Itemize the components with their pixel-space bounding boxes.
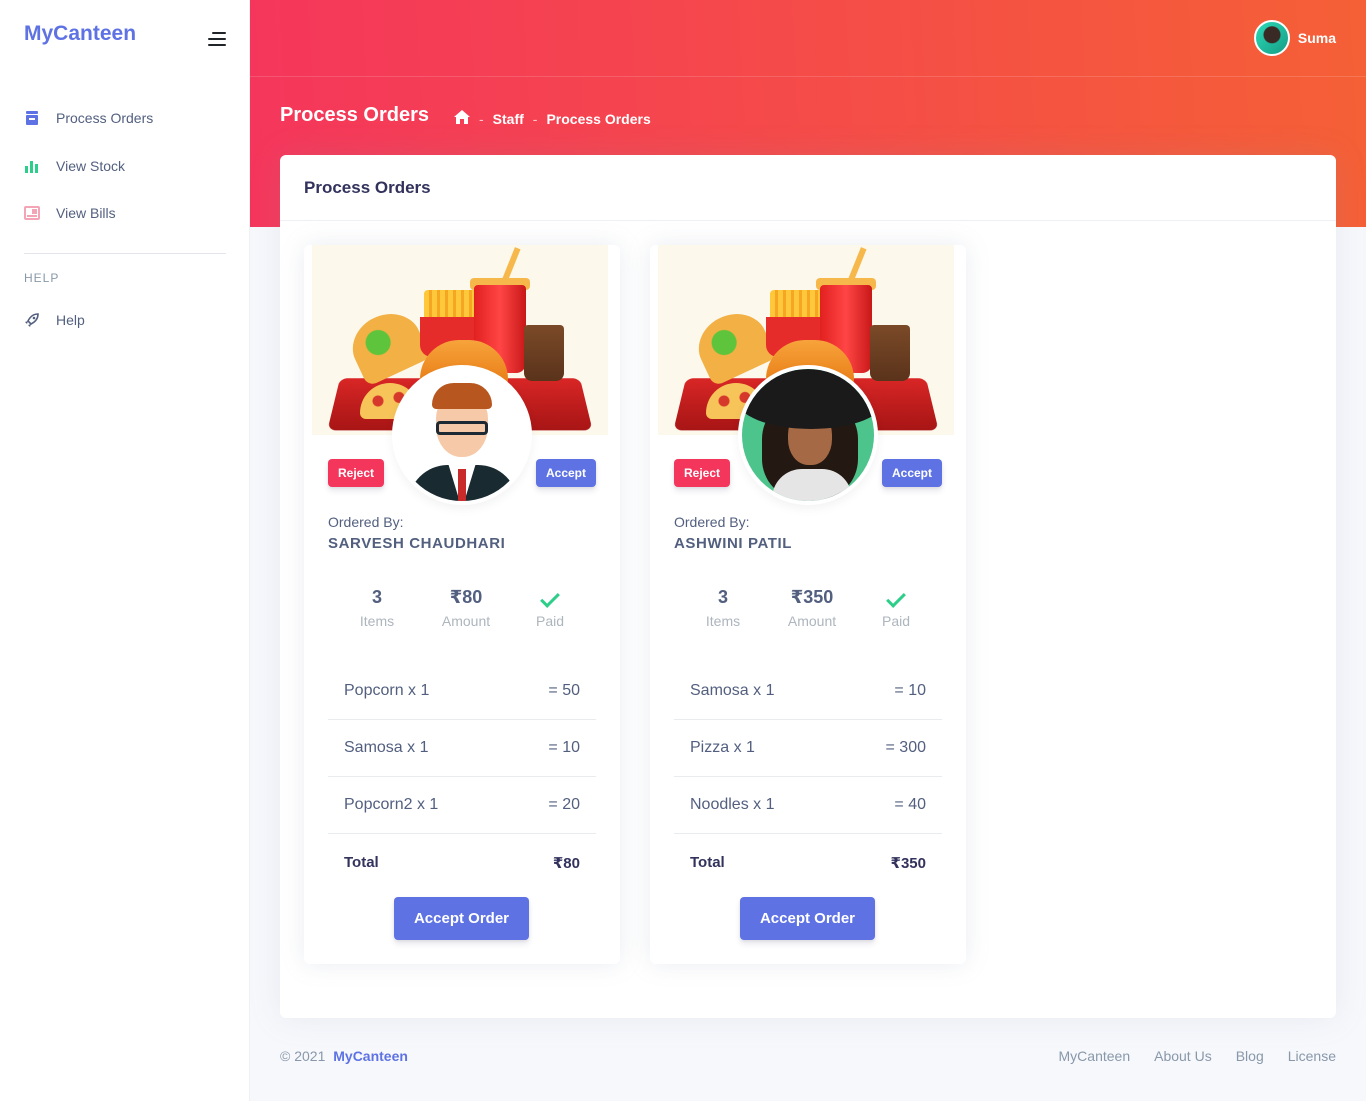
total-row: Total ₹350	[674, 834, 942, 891]
breadcrumb-item-current: Process Orders	[546, 110, 651, 127]
bar-chart-icon	[24, 158, 40, 174]
header-divider	[250, 76, 1366, 77]
list-item: Samosa x 1 = 10	[674, 663, 942, 720]
brand-logo[interactable]: MyCanteen	[24, 22, 136, 46]
accept-order-button[interactable]: Accept Order	[740, 897, 875, 940]
items-count: 3	[717, 587, 728, 607]
sidebar-item-view-stock[interactable]: View Stock	[24, 158, 125, 174]
footer-brand-link[interactable]: MyCanteen	[333, 1048, 408, 1064]
avatar	[1253, 20, 1290, 56]
sidebar-item-label: View Stock	[56, 158, 125, 174]
paid-label: Paid	[535, 613, 565, 629]
paid-label: Paid	[881, 613, 911, 629]
order-card: Reject Accept Ordered By: ASHWINI PATIL …	[650, 245, 966, 964]
order-items-list: Samosa x 1 = 10 Pizza x 1 = 300 Noodles …	[674, 663, 942, 891]
total-value: ₹80	[552, 854, 580, 872]
sidebar: MyCanteen Process Orders View Stock View…	[0, 0, 250, 1101]
list-item: Pizza x 1 = 300	[674, 720, 942, 777]
item-price: = 300	[885, 739, 926, 756]
accept-button[interactable]: Accept	[881, 459, 942, 487]
accept-button[interactable]: Accept	[535, 459, 596, 487]
breadcrumb: - Staff - Process Orders	[454, 110, 651, 127]
paid-stat: Paid	[876, 585, 916, 629]
footer-link-blog[interactable]: Blog	[1236, 1048, 1264, 1064]
list-item: Samosa x 1 = 10	[328, 720, 596, 777]
items-count: 3	[371, 587, 382, 607]
list-item: Noodles x 1 = 40	[674, 777, 942, 834]
accept-order-button[interactable]: Accept Order	[394, 897, 529, 940]
item-name: Popcorn2 x 1	[344, 796, 439, 813]
breadcrumb-item-staff[interactable]: Staff	[493, 111, 524, 127]
sidebar-item-label: Process Orders	[56, 110, 154, 126]
list-item: Popcorn2 x 1 = 20	[328, 777, 596, 834]
items-label: Items	[359, 613, 395, 629]
item-name: Samosa x 1	[344, 739, 429, 756]
customer-name: ASHWINI PATIL	[674, 535, 793, 552]
footer-link-license[interactable]: License	[1288, 1048, 1336, 1064]
amount-stat: ₹80 Amount	[436, 585, 496, 629]
help-heading: HELP	[24, 271, 60, 285]
footer-link-about[interactable]: About Us	[1154, 1048, 1212, 1064]
total-label: Total	[690, 854, 725, 871]
customer-avatar	[392, 365, 532, 505]
amount-value: ₹80	[449, 587, 483, 607]
item-price: = 50	[548, 682, 580, 699]
sidebar-item-label: View Bills	[56, 205, 116, 221]
list-item: Popcorn x 1 = 50	[328, 663, 596, 720]
ordered-by-label: Ordered By:	[674, 514, 750, 530]
sidebar-divider	[24, 253, 226, 254]
breadcrumb-separator: -	[479, 110, 484, 127]
reject-button[interactable]: Reject	[328, 459, 385, 487]
bill-icon	[24, 205, 40, 221]
user-menu[interactable]: Suma	[1253, 20, 1336, 56]
amount-value: ₹350	[790, 587, 834, 607]
check-icon	[540, 588, 560, 608]
item-price: = 20	[548, 796, 580, 813]
breadcrumb-separator: -	[532, 110, 538, 127]
item-name: Noodles x 1	[690, 796, 775, 813]
items-stat: 3 Items	[352, 585, 402, 629]
items-stat: 3 Items	[698, 585, 748, 629]
page-title: Process Orders	[280, 104, 429, 126]
check-icon	[886, 588, 906, 608]
amount-label: Amount	[787, 613, 837, 629]
reject-button[interactable]: Reject	[674, 459, 731, 487]
item-name: Popcorn x 1	[344, 682, 430, 699]
rocket-icon	[24, 312, 40, 328]
box-icon	[24, 110, 40, 126]
item-price: = 10	[894, 682, 926, 699]
sidebar-toggle-icon[interactable]	[206, 32, 226, 46]
amount-label: Amount	[441, 613, 491, 629]
customer-name: SARVESH CHAUDHARI	[328, 535, 506, 552]
footer-link-mycanteen[interactable]: MyCanteen	[1059, 1048, 1131, 1064]
order-card: Reject Accept Ordered By: SARVESH CHAUDH…	[304, 245, 620, 964]
customer-avatar	[738, 365, 878, 505]
copyright-text: © 2021	[280, 1048, 326, 1064]
ordered-by-label: Ordered By:	[328, 514, 404, 530]
order-items-list: Popcorn x 1 = 50 Samosa x 1 = 10 Popcorn…	[328, 663, 596, 891]
sidebar-item-help[interactable]: Help	[24, 312, 85, 328]
item-name: Pizza x 1	[690, 739, 755, 756]
home-icon[interactable]	[454, 110, 470, 127]
footer-nav: MyCanteen About Us Blog License	[1059, 1048, 1336, 1064]
items-label: Items	[705, 613, 741, 629]
amount-stat: ₹350 Amount	[780, 585, 844, 629]
item-price: = 40	[894, 796, 926, 813]
card-title: Process Orders	[280, 155, 1336, 221]
sidebar-item-process-orders[interactable]: Process Orders	[24, 110, 153, 126]
user-name: Suma	[1297, 30, 1336, 46]
total-row: Total ₹80	[328, 834, 596, 891]
sidebar-item-view-bills[interactable]: View Bills	[24, 205, 116, 221]
total-value: ₹350	[890, 854, 926, 872]
total-label: Total	[344, 854, 379, 871]
item-name: Samosa x 1	[690, 682, 775, 699]
footer-copyright: © 2021 MyCanteen	[280, 1048, 408, 1064]
item-price: = 10	[548, 739, 580, 756]
sidebar-item-label: Help	[56, 312, 85, 328]
paid-stat: Paid	[530, 585, 570, 629]
